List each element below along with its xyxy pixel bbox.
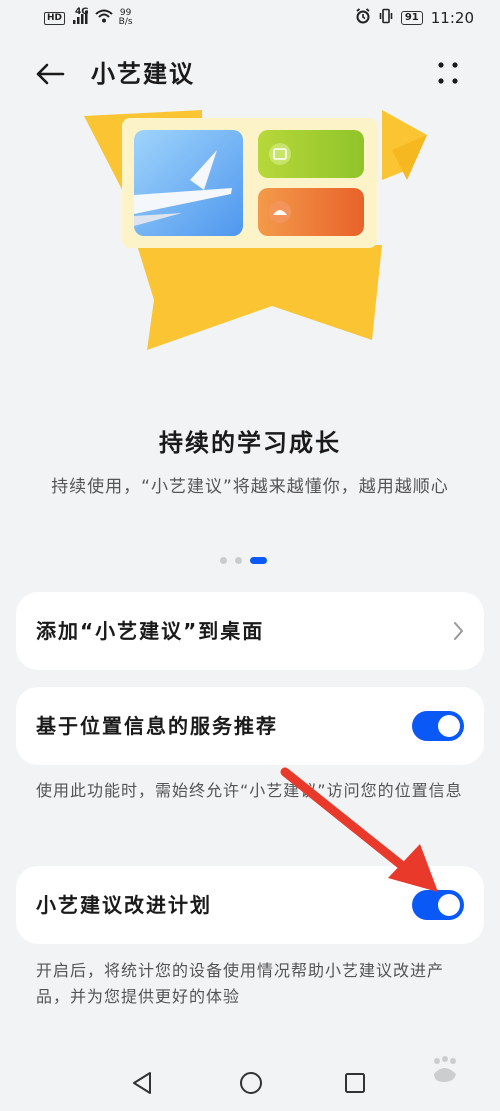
toggle-knob <box>438 715 460 737</box>
location-service-toggle[interactable] <box>412 711 464 741</box>
page-dot[interactable] <box>220 557 227 564</box>
app-header: 小艺建议 <box>0 50 500 98</box>
more-options-button[interactable] <box>432 58 464 90</box>
back-arrow-icon <box>36 63 65 85</box>
watermark-logo <box>434 1056 456 1082</box>
chevron-right-icon <box>454 622 463 640</box>
location-service-label: 基于位置信息的服务推荐 <box>36 714 278 738</box>
add-to-desktop-row[interactable]: 添加“小艺建议”到桌面 <box>16 592 484 670</box>
clock: 11:20 <box>430 9 474 27</box>
circle-home-icon[interactable] <box>238 1070 264 1096</box>
battery-indicator: 91 <box>400 11 423 25</box>
improvement-plan-label: 小艺建议改进计划 <box>36 893 212 917</box>
square-recent-icon[interactable] <box>344 1072 366 1094</box>
hd-badge: HD <box>44 11 66 25</box>
alarm-icon <box>355 8 371 28</box>
status-bar: HD 4G 99 B/s 91 11:20 <box>0 0 500 36</box>
page-dot-active[interactable] <box>250 557 267 564</box>
improvement-plan-note: 开启后，将统计您的设备使用情况帮助小艺建议改进产品，并为您提供更好的体验 <box>36 961 445 1006</box>
page-title: 小艺建议 <box>91 60 195 88</box>
annotation-arrow-icon <box>280 767 438 892</box>
hero-headline: 持续的学习成长 <box>159 429 341 457</box>
cell-signal-icon <box>71 11 95 25</box>
vibrate-icon <box>379 8 393 28</box>
add-to-desktop-label: 添加“小艺建议”到桌面 <box>36 619 265 643</box>
triangle-back-icon[interactable] <box>130 1070 156 1096</box>
status-right: 91 11:20 <box>355 8 474 28</box>
network-speed: 99 B/s <box>119 9 133 27</box>
location-service-row: 基于位置信息的服务推荐 <box>16 687 484 765</box>
hero-subtext: 持续使用，“小艺建议”将越来越懂你，越用越顺心 <box>51 477 449 497</box>
wifi-icon <box>95 9 113 27</box>
hero-illustration <box>82 110 427 360</box>
more-dots-icon <box>438 62 458 84</box>
network-speed-unit: B/s <box>118 17 133 27</box>
page-dot[interactable] <box>235 557 242 564</box>
status-left: HD 4G 99 B/s <box>44 7 133 27</box>
back-button[interactable] <box>34 58 66 90</box>
page-indicator <box>220 557 267 564</box>
